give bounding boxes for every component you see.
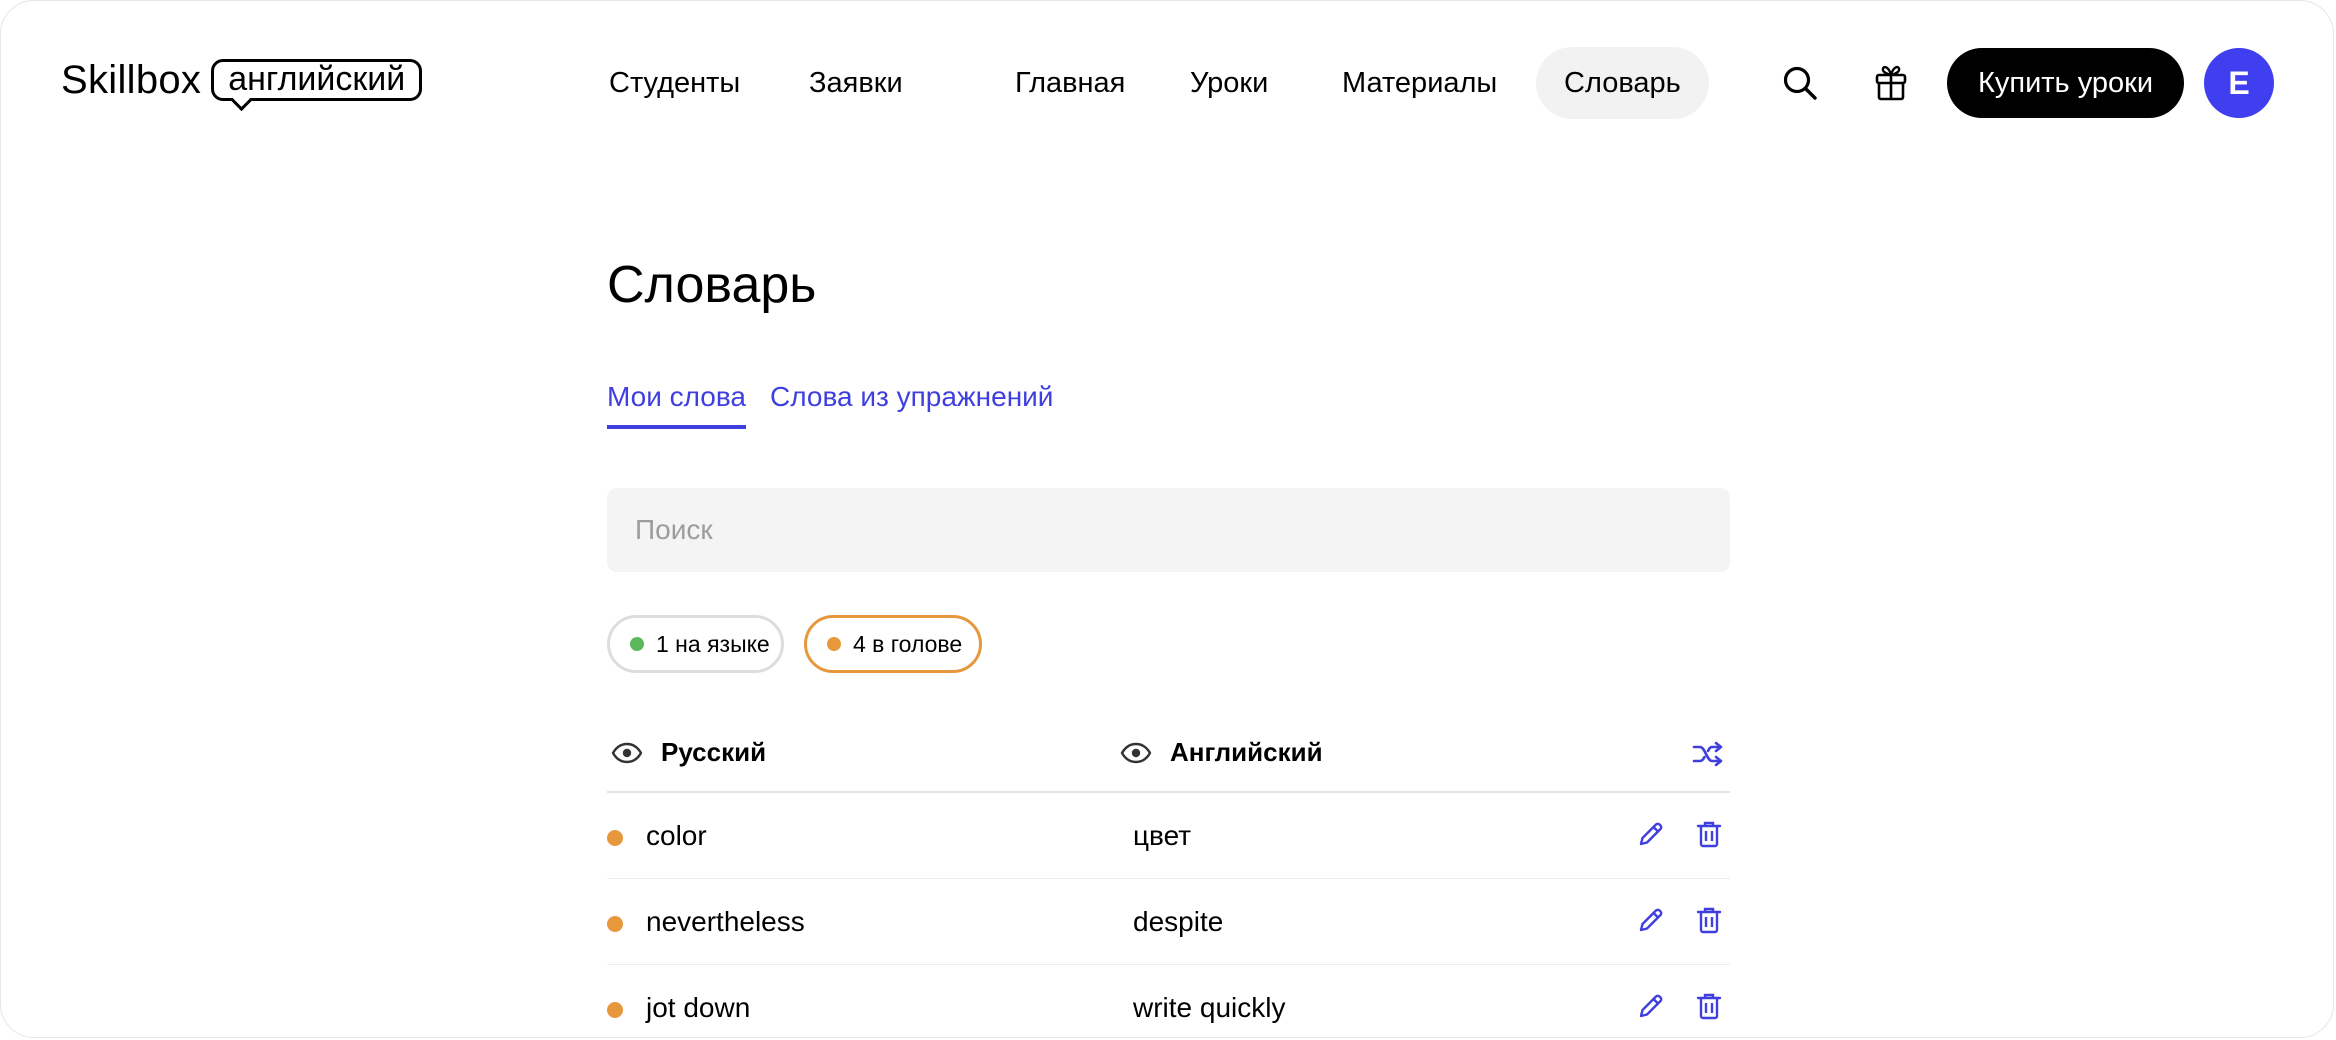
search-icon[interactable] bbox=[1774, 57, 1826, 109]
word-russian: color bbox=[646, 820, 707, 851]
word-english: цвет bbox=[1133, 820, 1192, 851]
filter-on-tongue[interactable]: 1 на языке bbox=[607, 615, 784, 673]
nav-dictionary[interactable]: Словарь bbox=[1536, 47, 1709, 119]
delete-icon[interactable] bbox=[1692, 817, 1726, 851]
column-russian: Русский bbox=[611, 737, 766, 768]
delete-icon[interactable] bbox=[1692, 903, 1726, 937]
logo-speech-bubble: английский bbox=[211, 59, 423, 101]
tab-exercise-words[interactable]: Слова из упражнений bbox=[770, 381, 1053, 425]
app-frame: Skillbox английский Студенты Заявки Глав… bbox=[0, 0, 2334, 1038]
status-dot-orange bbox=[827, 637, 841, 651]
status-dot bbox=[607, 830, 623, 846]
nav-students[interactable]: Студенты bbox=[609, 47, 740, 119]
page-title: Словарь bbox=[607, 256, 817, 314]
filter-label: 1 на языке bbox=[656, 630, 770, 657]
word-russian: nevertheless bbox=[646, 906, 805, 937]
delete-icon[interactable] bbox=[1692, 989, 1726, 1023]
eye-icon[interactable] bbox=[1120, 742, 1152, 764]
status-dot bbox=[607, 916, 623, 932]
table-row: jot down write quickly bbox=[607, 965, 1730, 1037]
column-english-label: Английский bbox=[1170, 737, 1323, 767]
tab-my-words[interactable]: Мои слова bbox=[607, 381, 746, 429]
buy-lessons-button[interactable]: Купить уроки bbox=[1947, 48, 2184, 118]
avatar[interactable]: E bbox=[2204, 48, 2274, 118]
column-english: Английский bbox=[1120, 737, 1323, 768]
word-russian: jot down bbox=[646, 992, 751, 1023]
edit-icon[interactable] bbox=[1634, 817, 1668, 851]
logo-bubble-text: английский bbox=[228, 60, 406, 98]
logo-wordmark: Skillbox bbox=[61, 58, 202, 102]
word-english: write quickly bbox=[1133, 992, 1286, 1023]
eye-icon[interactable] bbox=[611, 742, 643, 764]
filter-in-head[interactable]: 4 в голове bbox=[804, 615, 982, 673]
word-english: despite bbox=[1133, 906, 1224, 937]
search-input[interactable] bbox=[607, 488, 1730, 572]
shuffle-icon[interactable] bbox=[1692, 741, 1724, 767]
column-russian-label: Русский bbox=[661, 737, 767, 767]
table-header: Русский Английский bbox=[607, 727, 1730, 793]
nav-lessons[interactable]: Уроки bbox=[1190, 47, 1268, 119]
gift-icon[interactable] bbox=[1865, 57, 1917, 109]
filter-label: 4 в голове bbox=[853, 630, 963, 657]
nav-materials[interactable]: Материалы bbox=[1342, 47, 1497, 119]
logo[interactable]: Skillbox английский bbox=[61, 58, 423, 102]
nav-requests[interactable]: Заявки bbox=[809, 47, 903, 119]
nav-home[interactable]: Главная bbox=[1015, 47, 1125, 119]
table-row: nevertheless despite bbox=[607, 879, 1730, 965]
edit-icon[interactable] bbox=[1634, 989, 1668, 1023]
status-dot-green bbox=[630, 637, 644, 651]
edit-icon[interactable] bbox=[1634, 903, 1668, 937]
status-dot bbox=[607, 1002, 623, 1018]
table-row: color цвет bbox=[607, 793, 1730, 879]
